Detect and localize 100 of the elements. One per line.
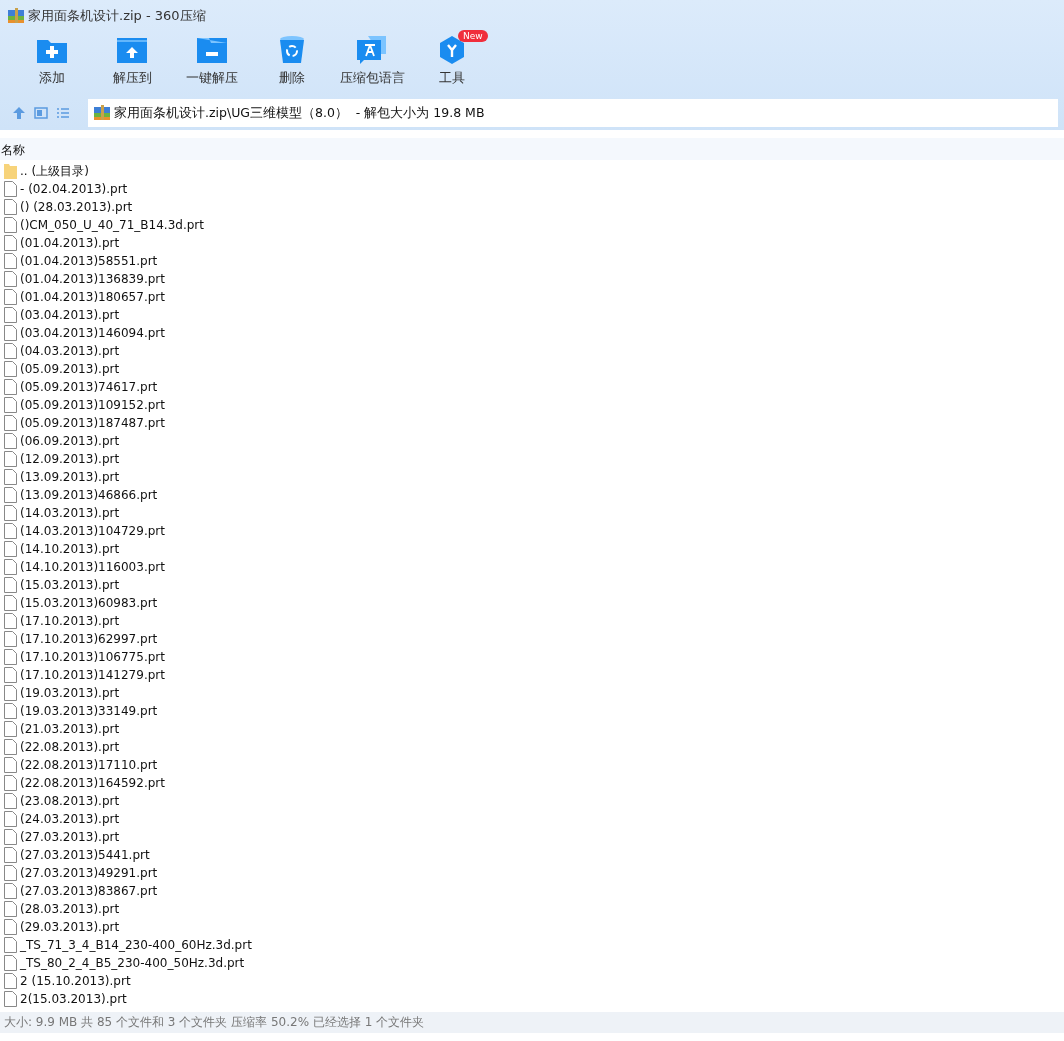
file-icon [4, 739, 17, 755]
file-name[interactable]: (19.03.2013).prt [20, 686, 120, 700]
file-icon [4, 343, 17, 359]
file-icon [4, 271, 17, 287]
archive-icon [8, 8, 24, 24]
file-name[interactable]: (15.03.2013)60983.prt [20, 596, 158, 610]
file-name[interactable]: (17.10.2013)62997.prt [20, 632, 158, 646]
file-name[interactable]: (05.09.2013)187487.prt [20, 416, 165, 430]
file-name[interactable]: (27.03.2013)49291.prt [20, 866, 158, 880]
file-name[interactable]: (01.04.2013)58551.prt [20, 254, 158, 268]
file-icon [4, 487, 17, 503]
file-name[interactable]: (22.08.2013)17110.prt [20, 758, 158, 772]
toolbar-button[interactable]: 添加 [12, 36, 92, 87]
file-icon [4, 433, 17, 449]
file-icon [4, 703, 17, 719]
file-name[interactable]: (27.03.2013).prt [20, 830, 120, 844]
file-name[interactable]: (05.09.2013)109152.prt [20, 398, 165, 412]
file-icon [4, 559, 17, 575]
file-name[interactable]: (13.09.2013).prt [20, 470, 120, 484]
file-icon [4, 379, 17, 395]
file-icon [4, 973, 17, 989]
file-name[interactable]: 2(15.03.2013).prt [20, 992, 127, 1006]
toolbar-button[interactable]: 压缩包语言 [332, 36, 412, 87]
file-icon [4, 415, 17, 431]
folder-icon [4, 163, 17, 179]
file-icon [4, 721, 17, 737]
file-name[interactable]: (04.03.2013).prt [20, 344, 120, 358]
file-name[interactable]: 2 (15.10.2013).prt [20, 974, 131, 988]
file-icon [4, 181, 17, 197]
file-icon [4, 955, 17, 971]
file-icon [4, 289, 17, 305]
file-icon [4, 541, 17, 557]
file-name[interactable]: (05.09.2013).prt [20, 362, 120, 376]
file-name[interactable]: (17.10.2013)141279.prt [20, 668, 165, 682]
file-name[interactable]: (17.10.2013)106775.prt [20, 650, 165, 664]
file-name[interactable]: _TS_71_3_4_B14_230-400_60Hz.3d.prt [20, 938, 252, 952]
toolbar-button[interactable]: 解压到 [92, 36, 172, 87]
file-name[interactable]: (29.03.2013).prt [20, 920, 120, 934]
file-name[interactable]: ()CM_050_U_40_71_B14.3d.prt [20, 218, 204, 232]
file-name[interactable]: (17.10.2013).prt [20, 614, 120, 628]
file-name[interactable]: (12.09.2013).prt [20, 452, 120, 466]
file-icon [4, 667, 17, 683]
file-name[interactable]: (19.03.2013)33149.prt [20, 704, 158, 718]
file-name[interactable]: (23.08.2013).prt [20, 794, 120, 808]
file-name[interactable]: (03.04.2013)146094.prt [20, 326, 165, 340]
file-name[interactable]: (13.09.2013)46866.prt [20, 488, 158, 502]
file-name[interactable]: (27.03.2013)83867.prt [20, 884, 158, 898]
file-name[interactable]: (14.10.2013)116003.prt [20, 560, 165, 574]
folder-upload-icon [116, 36, 148, 64]
file-name[interactable]: (06.09.2013).prt [20, 434, 120, 448]
file-name[interactable]: (01.04.2013)180657.prt [20, 290, 165, 304]
file-name[interactable]: (03.04.2013).prt [20, 308, 120, 322]
file-icon [4, 937, 17, 953]
file-name[interactable]: (22.08.2013).prt [20, 740, 120, 754]
file-name[interactable]: (14.10.2013).prt [20, 542, 120, 556]
file-name[interactable]: () (28.03.2013).prt [20, 200, 133, 214]
file-name[interactable]: (01.04.2013).prt [20, 236, 120, 250]
file-name[interactable]: (22.08.2013)164592.prt [20, 776, 165, 790]
address-bar[interactable]: 家用面条机设计.zip\UG三维模型（8.0） - 解包大小为 19.8 MB [88, 99, 1058, 127]
toolbar-button[interactable]: 删除 [252, 36, 332, 87]
file-icon [4, 757, 17, 773]
file-name[interactable]: (14.03.2013)104729.prt [20, 524, 165, 538]
file-icon [4, 199, 17, 215]
file-icon [4, 469, 17, 485]
file-icon [4, 631, 17, 647]
file-icon [4, 901, 17, 917]
file-name[interactable]: _TS_80_2_4_B5_230-400_50Hz.3d.prt [20, 956, 245, 970]
file-name[interactable]: (21.03.2013).prt [20, 722, 120, 736]
column-header[interactable]: 名称 [1, 143, 25, 157]
file-name[interactable]: (24.03.2013).prt [20, 812, 120, 826]
file-icon [4, 217, 17, 233]
file-icon [4, 685, 17, 701]
file-name[interactable]: .. (上级目录) [20, 162, 89, 180]
file-name[interactable]: (27.03.2013)5441.prt [20, 848, 150, 862]
thumbnail-view-icon[interactable] [34, 106, 48, 120]
file-name[interactable]: - (02.04.2013).prt [20, 182, 128, 196]
file-name[interactable]: (05.09.2013)74617.prt [20, 380, 158, 394]
file-icon [4, 883, 17, 899]
file-icon [4, 307, 17, 323]
translate-icon [356, 36, 388, 64]
file-icon [4, 613, 17, 629]
archive-icon [94, 105, 110, 121]
file-icon [4, 361, 17, 377]
file-icon [4, 577, 17, 593]
file-icon [4, 811, 17, 827]
file-icon [4, 847, 17, 863]
file-name[interactable]: (01.04.2013)136839.prt [20, 272, 165, 286]
file-name[interactable]: (15.03.2013).prt [20, 578, 120, 592]
file-icon [4, 451, 17, 467]
file-icon [4, 649, 17, 665]
file-icon [4, 595, 17, 611]
file-icon [4, 397, 17, 413]
toolbar-button[interactable]: 一键解压 [172, 36, 252, 87]
up-arrow-icon[interactable] [12, 106, 26, 120]
file-icon [4, 991, 17, 1007]
file-name[interactable]: (28.03.2013).prt [20, 902, 120, 916]
file-name[interactable]: (14.03.2013).prt [20, 506, 120, 520]
list-view-icon[interactable] [56, 106, 70, 120]
file-icon [4, 865, 17, 881]
window-title: 家用面条机设计.zip - 360压缩 [28, 7, 206, 25]
